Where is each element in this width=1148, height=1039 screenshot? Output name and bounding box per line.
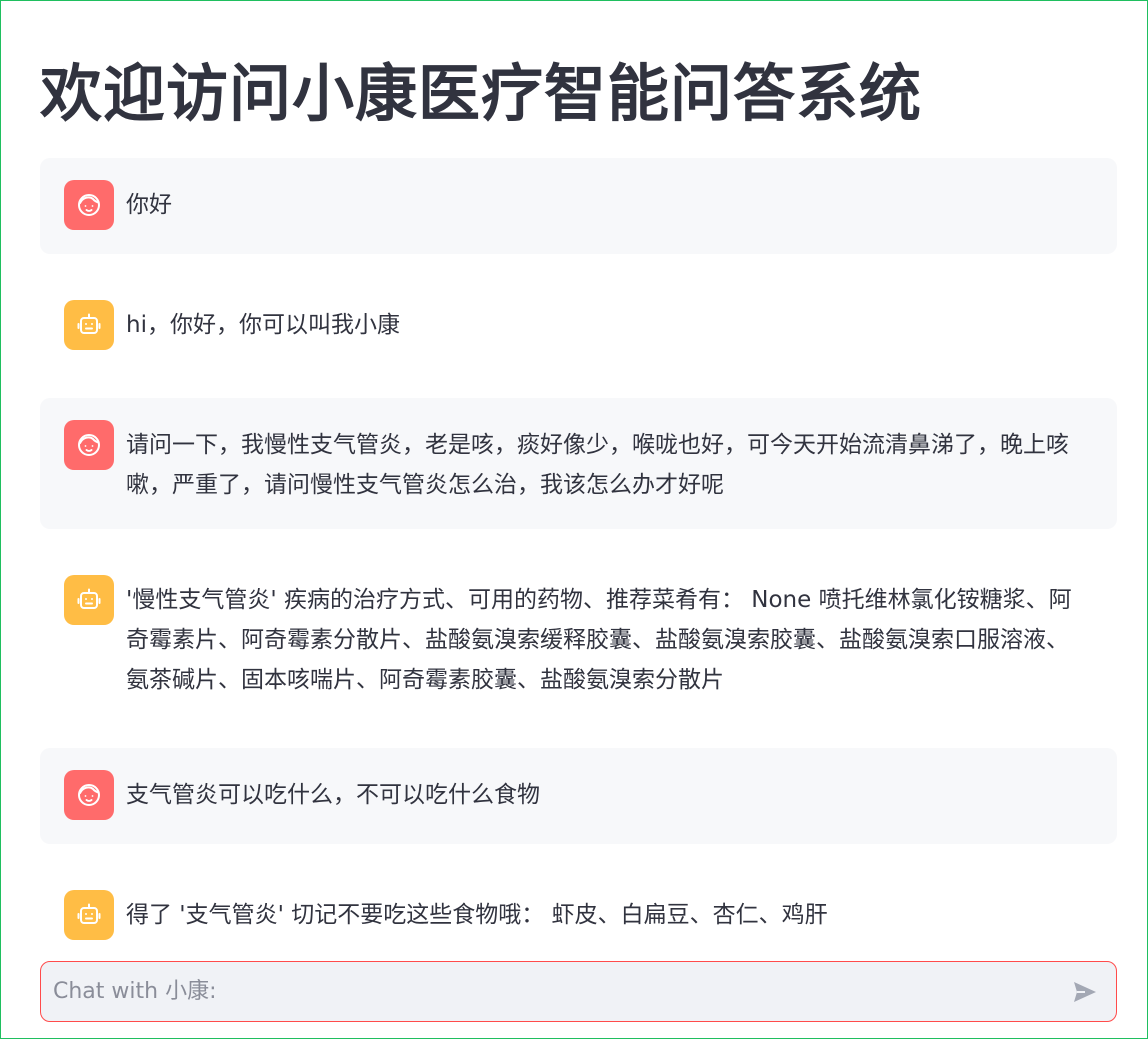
chat-message-user: 请问一下，我慢性支气管炎，老是咳，痰好像少，喉咙也好，可今天开始流清鼻涕了，晚上… xyxy=(40,398,1117,529)
chat-message-user: 你好 xyxy=(40,158,1117,254)
chat-input[interactable] xyxy=(53,962,1043,1021)
chat-message-user: 支气管炎可以吃什么，不可以吃什么食物 xyxy=(40,748,1117,844)
robot-icon xyxy=(64,300,114,350)
page-title: 欢迎访问小康医疗智能问答系统 xyxy=(40,57,923,130)
user-face-icon xyxy=(64,180,114,230)
message-text: 支气管炎可以吃什么，不可以吃什么食物 xyxy=(126,782,540,808)
chat-message-assistant: 得了 '支气管炎' 切记不要吃这些食物哦： 虾皮、白扁豆、杏仁、鸡肝 xyxy=(40,868,1117,941)
user-face-icon xyxy=(64,770,114,820)
chat-message-assistant: hi，你好，你可以叫我小康 xyxy=(40,278,1117,374)
robot-icon xyxy=(64,575,114,625)
chat-message-assistant: '慢性支气管炎' 疾病的治疗方式、可用的药物、推荐菜肴有： None 喷托维林氯… xyxy=(40,553,1117,724)
message-text: 你好 xyxy=(126,192,172,218)
send-icon xyxy=(1074,982,1096,1002)
message-text: '慢性支气管炎' 疾病的治疗方式、可用的药物、推荐菜肴有： None 喷托维林氯… xyxy=(126,587,1072,693)
chat-message-list[interactable]: 你好 hi，你好，你可以叫我小康 请问一下，我慢性支气管炎，老是咳，痰好像少，喉… xyxy=(40,158,1117,941)
message-text: 请问一下，我慢性支气管炎，老是咳，痰好像少，喉咙也好，可今天开始流清鼻涕了，晚上… xyxy=(126,432,1069,498)
message-text: hi，你好，你可以叫我小康 xyxy=(126,312,400,338)
message-text: 得了 '支气管炎' 切记不要吃这些食物哦： 虾皮、白扁豆、杏仁、鸡肝 xyxy=(126,902,828,928)
send-button[interactable] xyxy=(1068,975,1102,1009)
chat-input-container xyxy=(40,961,1117,1022)
user-face-icon xyxy=(64,420,114,470)
robot-icon xyxy=(64,890,114,940)
